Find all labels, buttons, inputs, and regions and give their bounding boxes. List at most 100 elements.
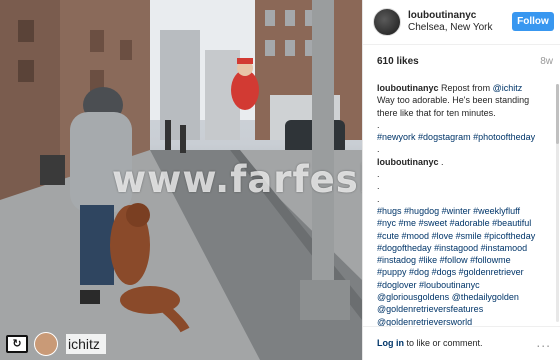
caption-line: louboutinanyc Repost from @ichitz (377, 82, 555, 94)
repost-credit: ↻ ichitz (0, 327, 362, 360)
caption-text: . (377, 193, 380, 204)
caption-text: standing (495, 95, 530, 106)
hashtag-link[interactable]: #love (432, 231, 454, 241)
caption-line: #nyc #me #sweet #adorable #beautiful (377, 217, 555, 229)
caption-line: #newyork #dogstagram #photooftheday (377, 131, 555, 143)
hashtag-link[interactable]: #instadog (377, 255, 416, 265)
caption-line: . (377, 143, 555, 155)
hashtag-link[interactable]: #follow (440, 255, 468, 265)
mention-link[interactable]: @thedailygolden (452, 292, 519, 302)
repost-icon: ↻ (6, 334, 28, 353)
caption-text: Repost (441, 83, 470, 93)
caption-text: minutes. (461, 107, 496, 118)
caption: louboutinanyc Repost from @ichitz Way too… (377, 82, 555, 326)
hashtag-link[interactable]: #dogoftheday (377, 243, 432, 253)
hashtag-link[interactable]: #goldenretriever (459, 267, 524, 277)
post-footer: Log in to like or comment. ... (363, 326, 560, 361)
hashtag-link[interactable]: #winter (442, 206, 471, 216)
caption-text: there (377, 107, 398, 118)
hashtag-link[interactable]: #puppy (377, 267, 407, 277)
caption-username[interactable]: louboutinanyc (377, 83, 439, 93)
caption-line: #cute #mood #love #smile #picoftheday (377, 230, 555, 242)
caption-text: too (397, 95, 410, 106)
caption-line: #dogoftheday #instagood #instamood (377, 242, 555, 254)
caption-text: from (472, 83, 491, 93)
post-panel: louboutinanyc Chelsea, New York Follow 6… (362, 0, 560, 360)
caption-line: #hugs #hugdog #winter #weeklyfluff (377, 205, 555, 217)
hashtag-link[interactable]: #smile (456, 231, 482, 241)
post-location[interactable]: Chelsea, New York (408, 22, 493, 33)
caption-line: #puppy #dog #dogs #goldenretriever (377, 266, 555, 278)
caption-line: @gloriousgoldens @thedailygolden (377, 291, 555, 303)
post-username[interactable]: louboutinanyc (408, 10, 476, 21)
hashtag-link[interactable]: #dog (409, 267, 429, 277)
hashtag-link[interactable]: #mood (402, 231, 430, 241)
hashtag-link[interactable]: #hugs (377, 206, 402, 216)
hashtag-link[interactable]: #followme (470, 255, 511, 265)
caption-text: . (377, 181, 380, 192)
caption-line: #instadog #like #follow #followme (377, 254, 555, 266)
login-prompt: Log in to like or comment. (377, 338, 483, 348)
likes-row: 610 likes 8w (377, 56, 553, 70)
caption-text: like (400, 107, 414, 118)
caption-line: @goldenretrieversfeatures (377, 303, 555, 315)
caption-text: . (377, 169, 380, 180)
mention-link[interactable]: @ichitz (493, 83, 523, 93)
mention-link[interactable]: @gloriousgoldens (377, 292, 449, 302)
caption-text: Way (377, 95, 395, 106)
hashtag-link[interactable]: #louboutinanyc (419, 280, 480, 290)
caption-text: adorable. (412, 95, 450, 106)
caption-scrollbar[interactable] (556, 84, 559, 322)
avatar[interactable] (373, 8, 401, 36)
caption-text: . (377, 119, 380, 130)
caption-line: . (377, 168, 555, 180)
mention-link[interactable]: @goldenretrieversfeatures (377, 304, 483, 314)
likes-count[interactable]: 610 likes (377, 56, 419, 67)
more-options-icon[interactable]: ... (536, 334, 551, 350)
hashtag-link[interactable]: #adorable (450, 218, 490, 228)
post-age: 8w (540, 56, 553, 67)
login-link[interactable]: Log in (377, 338, 404, 348)
hashtag-link[interactable]: #instagood (434, 243, 478, 253)
hashtag-link[interactable]: #dogstagram (418, 132, 471, 142)
hashtag-link[interactable]: #hugdog (404, 206, 439, 216)
caption-text: He's (452, 95, 470, 106)
credit-username: ichitz (66, 333, 106, 354)
caption-username[interactable]: louboutinanyc (377, 157, 439, 167)
hashtag-link[interactable]: #sweet (419, 218, 448, 228)
caption-line: #doglover #louboutinanyc (377, 279, 555, 291)
credit-avatar (34, 331, 58, 356)
caption-line: . (377, 193, 555, 205)
follow-button[interactable]: Follow (512, 12, 554, 31)
caption-text: ten (446, 107, 460, 118)
hashtag-link[interactable]: #me (399, 218, 417, 228)
scrollbar-thumb[interactable] (556, 84, 559, 144)
hashtag-link[interactable]: #weeklyfluff (473, 206, 520, 216)
hashtag-link[interactable]: #instamood (481, 243, 528, 253)
hashtag-link[interactable]: #doglover (377, 280, 417, 290)
login-text: to like or comment. (404, 338, 483, 348)
hashtag-link[interactable]: #cute (377, 231, 399, 241)
mention-link[interactable]: @goldenretrieversworld (377, 317, 472, 326)
caption-text: . (377, 144, 380, 155)
hashtag-link[interactable]: #dogs (432, 267, 457, 277)
hashtag-link[interactable]: #newyork (377, 132, 416, 142)
hashtag-link[interactable]: #beautiful (492, 218, 531, 228)
hashtag-link[interactable]: #like (419, 255, 438, 265)
hashtag-link[interactable]: #nyc (377, 218, 396, 228)
caption-line: . (377, 119, 555, 131)
post-photo[interactable]: www.farfesh.com ↻ ichitz (0, 0, 362, 360)
caption-text: been (472, 95, 493, 106)
hashtag-link[interactable]: #picoftheday (484, 231, 535, 241)
caption-line: . (377, 180, 555, 192)
caption-line: there like that for ten minutes. (377, 107, 555, 119)
post-header: louboutinanyc Chelsea, New York Follow (363, 0, 560, 45)
caption-text: for (433, 107, 445, 118)
caption-text: that (416, 107, 432, 118)
caption-line: @goldenretrieversworld (377, 316, 555, 326)
caption-line: Way too adorable. He's been standing (377, 94, 555, 106)
watermark-text: www.farfesh.com (112, 158, 362, 201)
caption-text: . (441, 156, 444, 167)
caption-line: louboutinanyc . (377, 156, 555, 168)
hashtag-link[interactable]: #photooftheday (473, 132, 535, 142)
